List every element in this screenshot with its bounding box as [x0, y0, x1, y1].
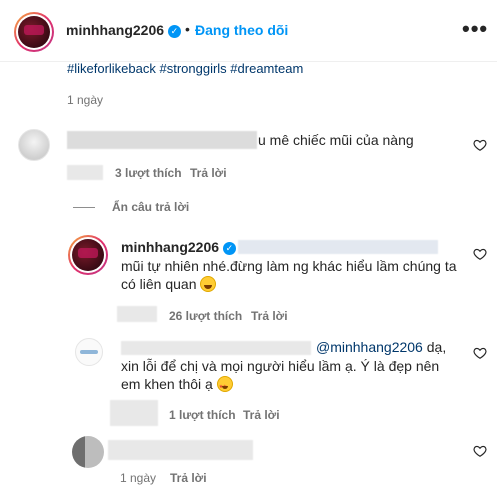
blurred-username [121, 341, 311, 355]
reply-text-line1: mũi tự nhiên nhé.đừng làm ng khác hiểu l… [121, 258, 457, 274]
blurred-time [117, 306, 157, 322]
like-heart-icon[interactable] [473, 247, 487, 261]
verified-badge-icon: ✓ [222, 241, 236, 255]
reply-button[interactable]: Trả lời [170, 471, 207, 485]
post-timestamp[interactable]: 1 ngày [67, 93, 103, 107]
commenter-avatar[interactable] [18, 129, 50, 161]
author-avatar[interactable] [14, 12, 54, 52]
verified-badge-icon: ✓ [167, 24, 181, 38]
reply-text-tail: dạ, [426, 339, 447, 355]
reply-text-line1: @minhhang2206 dạ, [316, 338, 446, 357]
post-header: minhhang2206 ✓ • Đang theo dõi ••• [0, 0, 497, 62]
comment-text: u mê chiếc mũi của nàng [258, 132, 414, 148]
replier-avatar[interactable] [75, 338, 103, 366]
reply-author-username[interactable]: minhhang2206 ✓ [121, 238, 236, 257]
reply-text-line3: em khen thôi ạ [121, 375, 233, 397]
laughing-emoji-icon [200, 276, 217, 292]
like-heart-icon[interactable] [473, 138, 487, 152]
reply-text-line2: có liên quan [121, 275, 217, 294]
reply-button[interactable]: Trả lời [251, 309, 288, 323]
header-separator: • [185, 21, 190, 37]
reply-button[interactable]: Trả lời [243, 408, 280, 422]
blurred-time [67, 165, 103, 180]
like-heart-icon[interactable] [473, 346, 487, 360]
star-struck-emoji-icon [216, 376, 233, 397]
blurred-time [110, 400, 158, 426]
comment-timestamp[interactable]: 1 ngày [120, 471, 156, 485]
following-button[interactable]: Đang theo dõi [195, 22, 288, 38]
blurred-mention [238, 240, 438, 254]
commenter-avatar[interactable] [72, 436, 104, 468]
reply-author-username-text[interactable]: minhhang2206 [121, 239, 219, 255]
reply-text-line2: xin lỗi để chị và mọi người hiểu lầm ạ. … [121, 358, 440, 374]
hide-replies-button[interactable]: Ẩn câu trả lời [112, 200, 189, 214]
reply-text-line2-text: có liên quan [121, 276, 197, 292]
reply-likes[interactable]: 1 lượt thích [169, 408, 236, 422]
mention-link[interactable]: @minhhang2206 [316, 339, 423, 355]
replies-divider [73, 207, 95, 208]
author-username-text[interactable]: minhhang2206 [66, 22, 164, 38]
blurred-username [67, 131, 257, 149]
reply-author-avatar[interactable] [68, 235, 108, 275]
more-options-icon[interactable]: ••• [462, 16, 488, 42]
reply-likes[interactable]: 26 lượt thích [169, 309, 242, 323]
comment-likes[interactable]: 3 lượt thích [115, 166, 182, 180]
reply-text-line3-text: em khen thôi ạ [121, 376, 213, 392]
reply-button[interactable]: Trả lời [190, 166, 227, 180]
like-heart-icon[interactable] [473, 444, 487, 458]
blurred-comment [108, 440, 253, 460]
author-username[interactable]: minhhang2206 ✓ [66, 22, 181, 38]
post-hashtags[interactable]: #likeforlikeback #stronggirls #dreamteam [67, 61, 303, 76]
